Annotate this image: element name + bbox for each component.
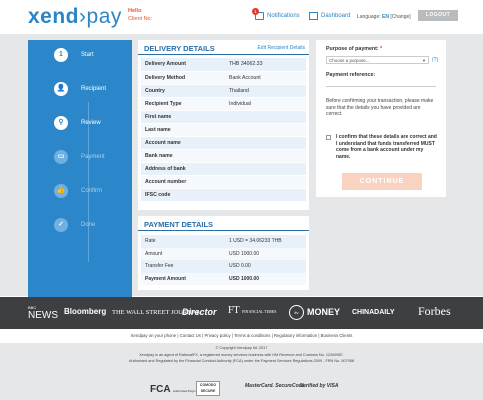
table-row: Delivery Method Bank Account <box>141 71 306 85</box>
chinadaily-logo: CHINADAILY <box>352 309 395 316</box>
bell-icon: 1 <box>252 8 264 20</box>
title-divider <box>138 230 309 231</box>
table-row: IFSC code <box>141 188 306 202</box>
language-selector[interactable]: Language: EN [Change] <box>357 14 411 20</box>
help-icon[interactable]: (?) <box>432 57 438 63</box>
confirm-panel: Purpose of payment: * Choose a purpose..… <box>316 40 446 197</box>
delivery-table: Delivery Amount THB 34062.33 Delivery Met… <box>141 58 306 202</box>
edit-recipient-link[interactable]: Edit Recipient Details <box>257 45 305 51</box>
notifications-label: Notifications <box>267 13 300 19</box>
ft-logo: FT FINANCIAL TIMES <box>228 305 277 316</box>
table-row-total: Payment Amount USD 1000.00 <box>141 272 306 285</box>
header: xend›pay Hello Client No: 1 Notification… <box>0 0 483 34</box>
mastercard-securecode-badge: MasterCard. SecureCode. <box>245 383 306 389</box>
table-row: Country Thailand <box>141 84 306 98</box>
confirm-checkbox-label: I confirm that these details are correct… <box>336 134 437 160</box>
step-number: 1 <box>54 48 68 62</box>
bbc-news-logo: BBC NEWS <box>28 305 58 321</box>
xendpay-logo[interactable]: xend›pay <box>28 5 122 29</box>
step-confirm: 👍 Confirm <box>28 182 132 202</box>
table-row: Rate 1 USD = 34.06233 THB <box>141 235 306 248</box>
step-label: Done <box>81 222 96 228</box>
itv-logo: itv <box>289 305 304 320</box>
table-row: Amount USD 1000.00 <box>141 247 306 260</box>
trust-badges: FCA Authorised Payment Institution COMOD… <box>150 381 350 399</box>
payment-table: Rate 1 USD = 34.06233 THB Amount USD 1000.… <box>141 235 306 285</box>
legal-line-2: Authorised and Regulated by the Financia… <box>129 359 354 363</box>
bloomberg-logo: Bloomberg <box>64 307 107 316</box>
copyright: © Copyright Xendpay ltd. 2017 <box>215 346 268 350</box>
step-label: Start <box>81 52 94 58</box>
language-current: EN <box>382 14 389 20</box>
continue-button[interactable]: CONTINUE <box>342 173 422 190</box>
reference-input[interactable] <box>326 86 436 87</box>
money-logo: MONEY <box>307 307 341 317</box>
table-row: Account number <box>141 175 306 189</box>
press-logos-bar: BBC NEWS Bloomberg THE WALL STREET JOURNA… <box>0 297 483 329</box>
footer-links[interactable]: Xendpay on your phone | Contact Us | Pri… <box>0 329 483 343</box>
legal-line-1: Xendpay is an agent of RationalFX, a reg… <box>139 353 344 357</box>
notifications-link[interactable]: 1 Notifications <box>252 8 300 20</box>
footer: Xendpay on your phone | Contact Us | Pri… <box>0 329 483 400</box>
payment-details-card: PAYMENT DETAILS Rate 1 USD = 34.06233 THB… <box>138 216 309 290</box>
dashboard-label: Dashboard <box>321 13 351 19</box>
chevron-down-icon: ▼ <box>422 58 426 63</box>
table-row: Address of bank <box>141 162 306 176</box>
step-done: ✓ Done <box>28 216 132 236</box>
search-icon: ⚲ <box>54 116 68 130</box>
dashboard-link[interactable]: Dashboard <box>309 12 350 20</box>
checkmark-icon: ✓ <box>54 218 68 232</box>
money-icon: ▭ <box>54 150 68 164</box>
step-start: 1 Start <box>28 46 132 66</box>
delivery-title: DELIVERY DETAILS <box>144 44 215 53</box>
step-label: Confirm <box>81 188 103 194</box>
thumbs-up-icon: 👍 <box>54 184 68 198</box>
step-label: Recipient <box>81 86 107 92</box>
table-row: Delivery Amount THB 34062.33 <box>141 58 306 72</box>
forbes-logo: Forbes <box>418 304 451 318</box>
director-logo: Director <box>182 307 217 317</box>
table-row: Account name <box>141 136 306 150</box>
greeting: Hello <box>128 8 142 14</box>
verified-by-visa-badge: Verified by VISA <box>300 383 339 389</box>
step-label: Payment <box>81 154 105 160</box>
step-payment: ▭ Payment <box>28 148 132 168</box>
delivery-details-card: DELIVERY DETAILS Edit Recipient Details … <box>138 40 309 210</box>
table-row: Bank name <box>141 149 306 163</box>
confirmation-note: Before confirming your transaction, plea… <box>326 98 434 117</box>
client-number: Client No: <box>128 16 153 22</box>
payment-title: PAYMENT DETAILS <box>144 220 214 229</box>
comodo-secure-badge: COMODO SECURE <box>196 381 220 396</box>
table-row: Transfer Fee USD 0.00 <box>141 260 306 273</box>
confirm-checkbox[interactable] <box>326 135 331 140</box>
step-label: Review <box>81 120 101 126</box>
step-recipient: 👤 Recipient <box>28 80 132 100</box>
table-row: First name <box>141 110 306 124</box>
dashboard-icon <box>309 12 318 20</box>
steps-sidebar: 1 Start 👤 Recipient ⚲ Review ▭ Payment 👍… <box>28 40 132 297</box>
table-row: Last name <box>141 123 306 137</box>
title-divider <box>138 54 309 55</box>
table-row: Recipient Type Individual <box>141 97 306 111</box>
language-change-link[interactable]: [Change] <box>390 14 410 20</box>
user-icon: 👤 <box>54 82 68 96</box>
reference-label: Payment reference: <box>326 72 376 78</box>
purpose-select[interactable]: Choose a purpose... ▼ <box>326 56 429 64</box>
logout-button[interactable]: LOGOUT <box>418 10 458 21</box>
purpose-label: Purpose of payment: * <box>326 46 383 52</box>
notification-count-badge: 1 <box>252 8 259 15</box>
step-review: ⚲ Review <box>28 114 132 134</box>
